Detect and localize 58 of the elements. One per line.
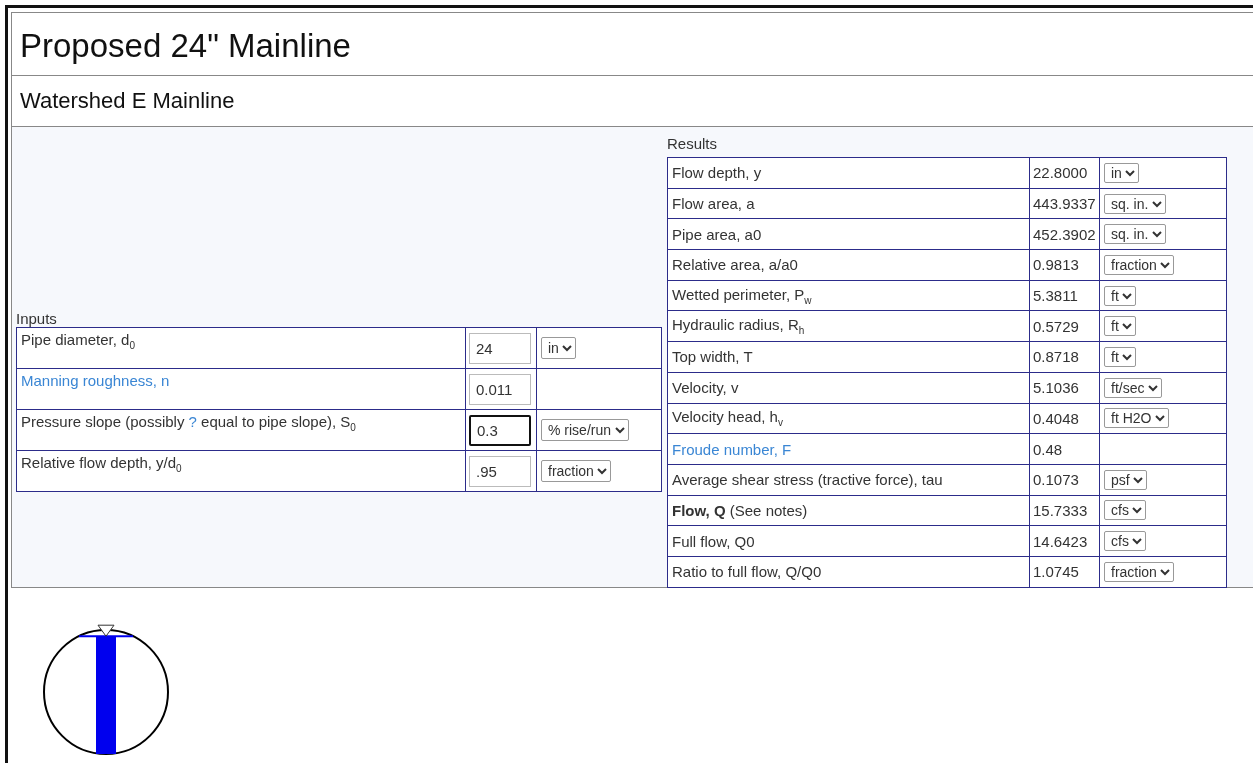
result-value: 452.3902 xyxy=(1029,218,1100,250)
result-value: 0.48 xyxy=(1029,433,1100,465)
unit-dropdown[interactable]: fraction xyxy=(1104,254,1174,275)
results-heading: Results xyxy=(667,135,719,152)
input-label: Relative flow depth, y/d$_{0}$ xyxy=(16,450,466,492)
result-value: 1.0745 xyxy=(1029,556,1100,588)
input-label: Pressure slope (possibly ? equal to pipe slope), S$_{0}$ xyxy=(16,409,466,451)
result-value: 22.8000 xyxy=(1029,157,1100,189)
unit-dropdown[interactable]: ft xyxy=(1104,285,1136,306)
result-label: Velocity head, h$_{v}$ xyxy=(667,403,1030,434)
page-subtitle: Watershed E Mainline xyxy=(20,88,235,113)
unit-dropdown[interactable]: ft H2O xyxy=(1104,408,1169,429)
unit-dropdown[interactable]: cfs xyxy=(1104,531,1146,552)
unit-dropdown[interactable]: in xyxy=(1104,162,1139,183)
result-label: Average shear stress (tractive force), tau xyxy=(667,464,1030,496)
result-label: Velocity, v xyxy=(667,372,1030,403)
result-label: Pipe area, a0 xyxy=(667,218,1030,250)
help-link[interactable]: Manning roughness, n xyxy=(21,372,170,389)
result-value: 0.1073 xyxy=(1029,464,1100,496)
result-label: Relative area, a/a0 xyxy=(667,249,1030,281)
result-value: 5.3811 xyxy=(1029,280,1100,311)
water-surface-line xyxy=(77,635,135,638)
result-value: 0.8718 xyxy=(1029,341,1100,373)
page-title: Proposed 24" Mainline xyxy=(20,27,351,64)
result-value: 14.6423 xyxy=(1029,525,1100,557)
result-label: Wetted perimeter, P$_{w}$ xyxy=(667,280,1030,311)
input-label: Pipe diameter, d$_{0}$ xyxy=(16,327,466,369)
value-field[interactable]: 0.011 xyxy=(469,373,531,405)
unit-dropdown[interactable]: fraction xyxy=(541,460,611,482)
result-value: 0.5729 xyxy=(1029,310,1100,342)
unit-dropdown[interactable]: in xyxy=(541,337,576,359)
result-value: 15.7333 xyxy=(1029,495,1100,526)
result-value: 5.1036 xyxy=(1029,372,1100,403)
result-value: 0.9813 xyxy=(1029,249,1100,281)
unit-dropdown[interactable]: sq. in. xyxy=(1104,224,1166,245)
value-field[interactable]: .95 xyxy=(469,455,531,487)
value-field[interactable]: 0.3 xyxy=(469,414,531,446)
help-link[interactable]: Froude number, F xyxy=(672,440,792,458)
result-label: Top width, T xyxy=(667,341,1030,373)
help-link[interactable]: ? xyxy=(188,413,197,430)
result-label: Full flow, Q0 xyxy=(667,525,1030,557)
unit-dropdown[interactable]: fraction xyxy=(1104,561,1174,582)
result-label: Flow depth, y xyxy=(667,157,1030,189)
unit-dropdown[interactable]: psf xyxy=(1104,469,1147,490)
unit-dropdown[interactable]: ft xyxy=(1104,346,1136,367)
inputs-heading: Inputs xyxy=(16,310,58,327)
result-value: 0.4048 xyxy=(1029,403,1100,434)
unit-dropdown[interactable]: % rise/run xyxy=(541,419,629,441)
unit-dropdown[interactable]: sq. in. xyxy=(1104,193,1166,214)
value-field[interactable]: 24 xyxy=(469,332,531,364)
unit-dropdown[interactable]: ft xyxy=(1104,316,1136,337)
result-label: Hydraulic radius, R$_{h}$ xyxy=(667,310,1030,342)
unit-dropdown[interactable]: cfs xyxy=(1104,500,1146,521)
result-label: Flow, Q (See notes) xyxy=(667,495,1030,526)
result-value: 443.9337 xyxy=(1029,188,1100,219)
result-label: Ratio to full flow, Q/Q0 xyxy=(667,556,1030,588)
result-label: Flow area, a xyxy=(667,188,1030,219)
unit-dropdown[interactable]: ft/sec xyxy=(1104,377,1162,398)
